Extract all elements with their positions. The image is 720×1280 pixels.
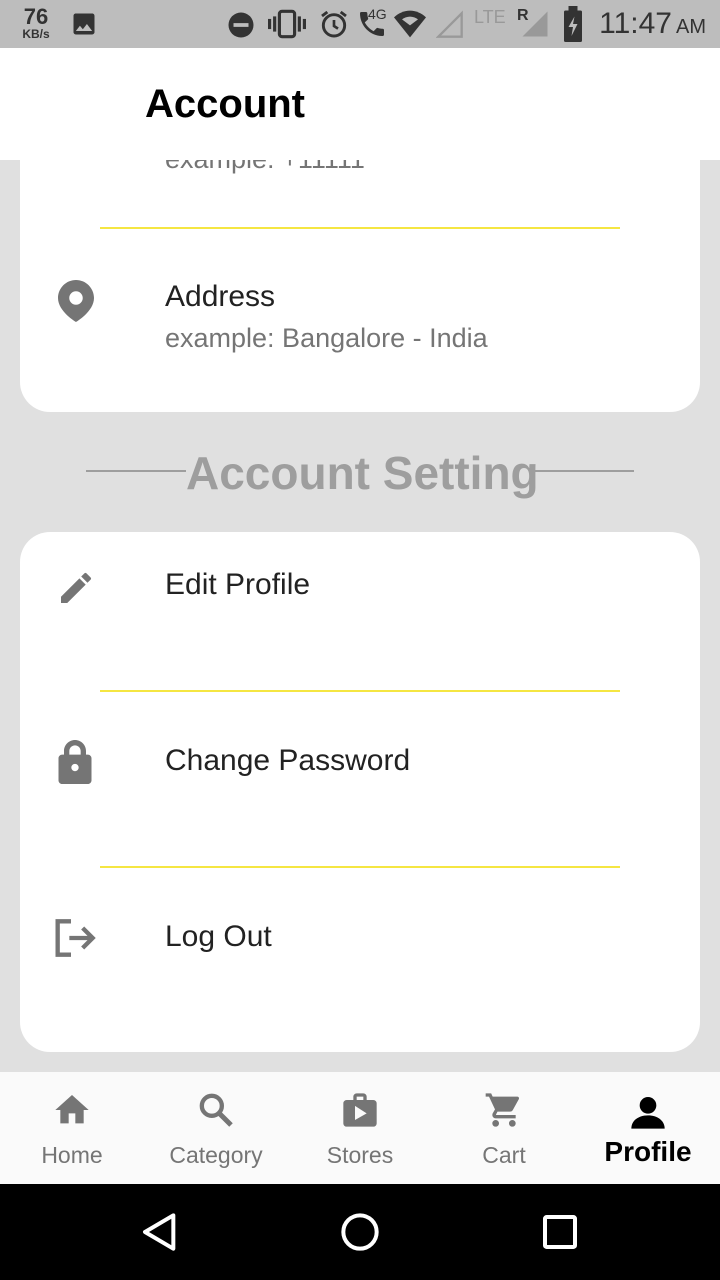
image-icon: [73, 13, 95, 35]
network-speed-value: 76: [23, 4, 49, 29]
nav-stores-label: Stores: [326, 1142, 394, 1168]
nav-category-label: Category: [169, 1142, 263, 1168]
lte-label: LTE: [474, 7, 506, 27]
cart-icon: [485, 1093, 519, 1127]
network-speed: 76 KB/s: [16, 4, 56, 41]
address-example: example: Bangalore - India: [165, 323, 488, 353]
clock-time: 11:47: [599, 7, 672, 40]
system-navigation-bar: [0, 1184, 720, 1280]
search-icon: [199, 1093, 233, 1127]
logout-icon: [55, 919, 96, 957]
network-type: 4G: [368, 6, 387, 22]
account-setting-header: Account Setting: [86, 444, 634, 500]
person-icon: [631, 1097, 665, 1129]
nav-category[interactable]: Category: [144, 1072, 288, 1184]
log-out-row[interactable]: Log Out: [20, 868, 700, 1038]
vibrate-icon: [268, 9, 306, 39]
change-password-row[interactable]: Change Password: [20, 692, 700, 866]
page-title: Account: [145, 82, 305, 126]
home-circle-icon[interactable]: [340, 1212, 380, 1252]
nav-home-label: Home: [41, 1142, 103, 1168]
nav-profile[interactable]: Profile: [576, 1072, 720, 1184]
nav-cart[interactable]: Cart: [432, 1072, 576, 1184]
location-icon: [58, 280, 94, 322]
home-icon: [55, 1095, 89, 1124]
bottom-navigation: Home Category Stores Cart Profile: [0, 1072, 720, 1184]
nav-home[interactable]: Home: [0, 1072, 144, 1184]
back-icon[interactable]: [140, 1212, 180, 1252]
edit-profile-label: Edit Profile: [165, 568, 311, 601]
battery-icon: [564, 6, 582, 42]
section-title: Account Setting: [186, 447, 539, 499]
section-line-left: [86, 470, 186, 472]
dnd-icon: [228, 12, 254, 38]
address-label: Address: [165, 280, 276, 313]
app-bar: Account: [0, 48, 720, 160]
nav-cart-label: Cart: [482, 1142, 526, 1168]
network-speed-unit: KB/s: [22, 27, 50, 41]
alarm-icon: [321, 10, 347, 38]
recents-icon[interactable]: [540, 1212, 580, 1252]
edit-profile-row[interactable]: Edit Profile: [20, 532, 700, 690]
clock: 11:47 AM: [599, 7, 706, 41]
signal-icon-2: [522, 11, 548, 37]
clock-ampm: AM: [676, 16, 706, 38]
status-bar: 76 KB/s 4G LTE R 11:47 AM: [0, 0, 720, 48]
store-bag-icon: [343, 1093, 377, 1127]
signal-icon: [436, 10, 463, 38]
divider: [100, 227, 620, 229]
nav-stores[interactable]: Stores: [288, 1072, 432, 1184]
pencil-icon: [61, 572, 92, 603]
change-password-label: Change Password: [165, 744, 411, 777]
section-line-right: [534, 470, 634, 472]
log-out-label: Log Out: [165, 920, 272, 953]
lock-icon: [58, 740, 92, 784]
wifi-icon: [394, 10, 426, 38]
nav-profile-label: Profile: [604, 1136, 692, 1167]
account-settings-card: Edit Profile Change Password Log Out: [20, 532, 700, 1052]
